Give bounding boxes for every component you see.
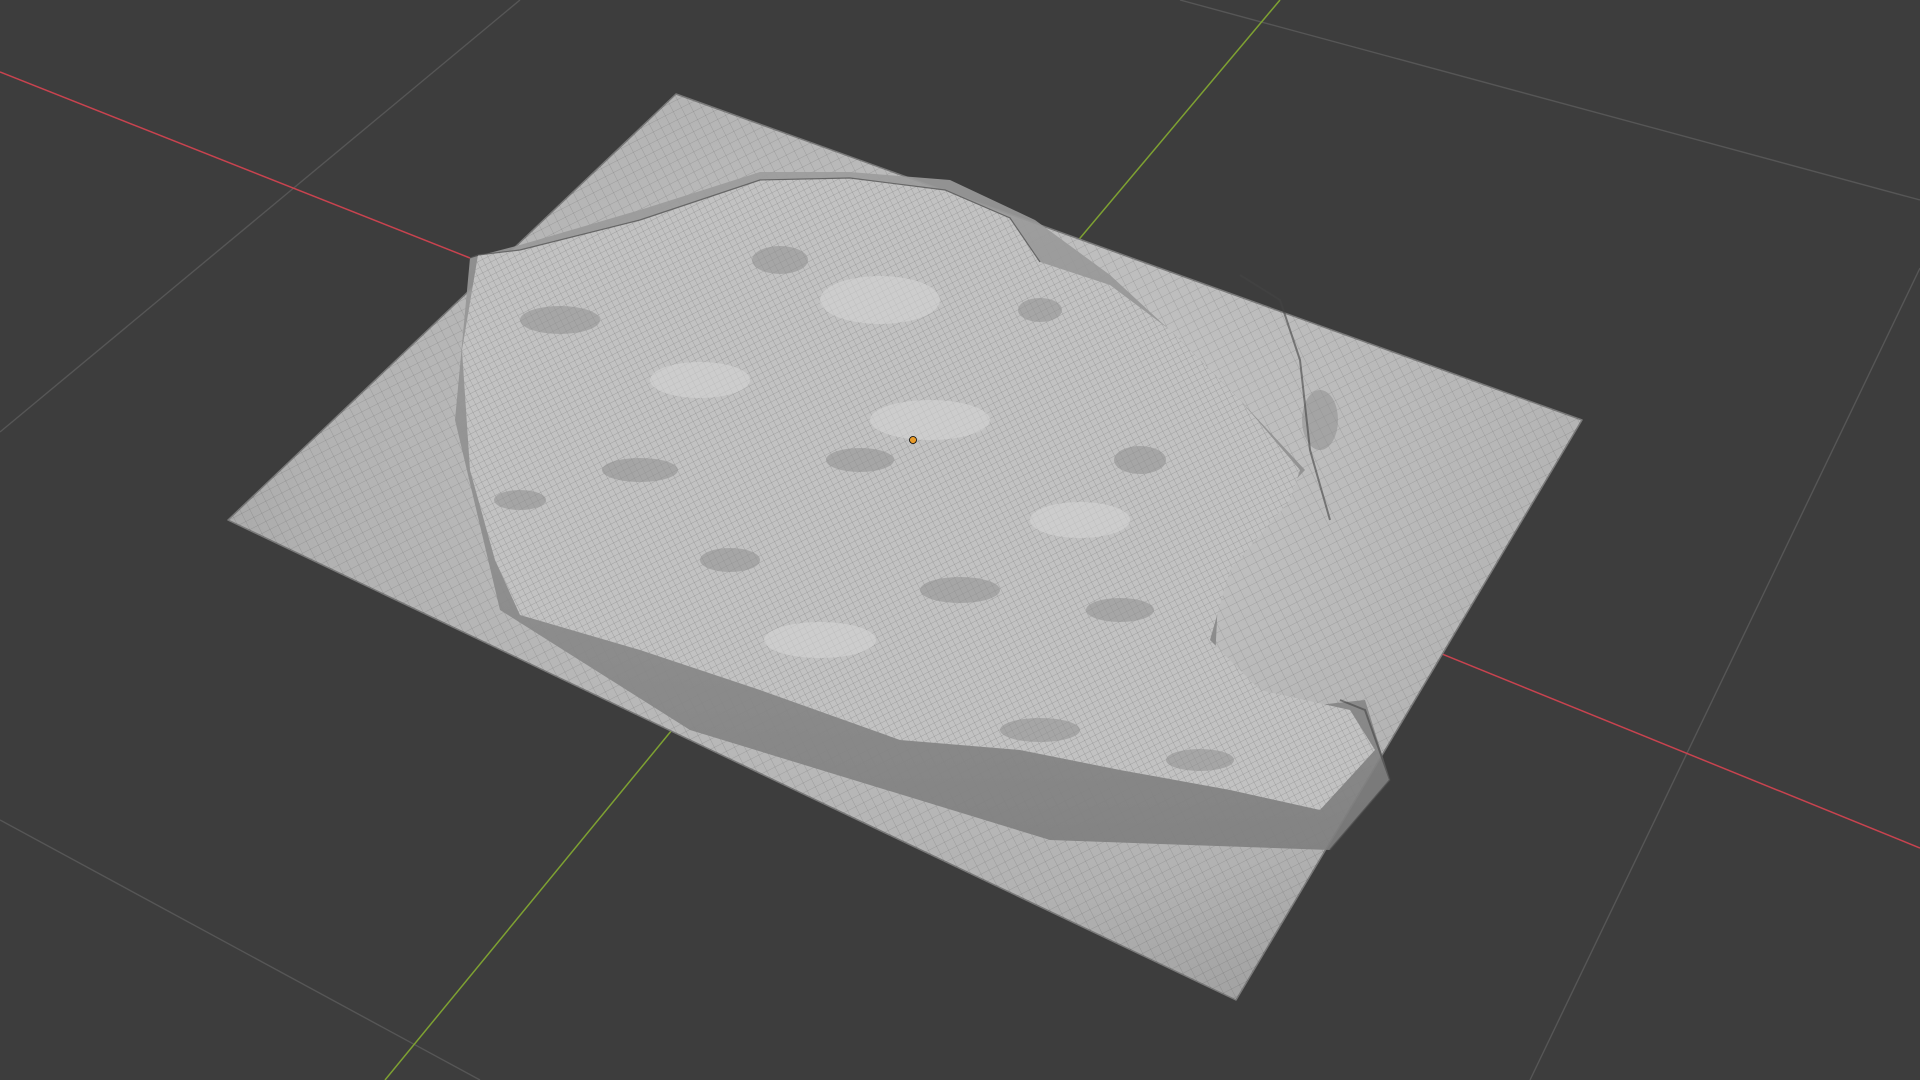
y-axis-line (384, 707, 691, 1080)
grid-line (0, 819, 481, 1080)
grid-line (1529, 267, 1920, 1080)
plateau-wireframe (462, 178, 1375, 810)
grid-line (1179, 0, 1920, 201)
viewport-canvas[interactable] (0, 0, 1920, 1080)
object-origin-icon[interactable] (909, 436, 917, 444)
3d-viewport[interactable] (0, 0, 1920, 1080)
y-axis-line (1059, 0, 1281, 263)
terrain-mesh[interactable] (227, 93, 1583, 1001)
